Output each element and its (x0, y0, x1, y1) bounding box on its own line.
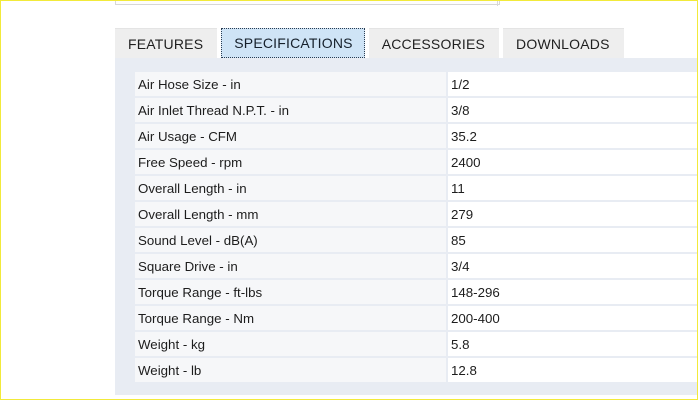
tab-specifications[interactable]: SPECIFICATIONS (221, 28, 365, 58)
tab-accessories[interactable]: ACCESSORIES (368, 28, 500, 58)
spec-label: Square Drive - in (135, 254, 448, 278)
spec-value: 12.8 (448, 358, 698, 382)
spec-value: 3/4 (448, 254, 698, 278)
spec-label: Free Speed - rpm (135, 150, 448, 174)
tab-features[interactable]: FEATURES (115, 28, 218, 58)
spec-label: Air Hose Size - in (135, 72, 448, 96)
spec-label: Torque Range - Nm (135, 306, 448, 330)
tab-downloads[interactable]: DOWNLOADS (503, 28, 624, 58)
table-row: Air Hose Size - in 1/2 (135, 72, 698, 96)
top-panel-divider (497, 0, 498, 6)
spec-label: Sound Level - dB(A) (135, 228, 448, 252)
table-row: Sound Level - dB(A) 85 (135, 228, 698, 252)
spec-value: 279 (448, 202, 698, 226)
spec-label: Weight - kg (135, 332, 448, 356)
spec-value: 85 (448, 228, 698, 252)
specifications-table: Air Hose Size - in 1/2 Air Inlet Thread … (135, 70, 698, 384)
spec-value: 35.2 (448, 124, 698, 148)
spec-label: Overall Length - mm (135, 202, 448, 226)
table-row: Weight - kg 5.8 (135, 332, 698, 356)
table-row: Torque Range - ft-lbs 148-296 (135, 280, 698, 304)
spec-label: Overall Length - in (135, 176, 448, 200)
table-row: Overall Length - mm 279 (135, 202, 698, 226)
spec-value: 11 (448, 176, 698, 200)
table-row: Air Usage - CFM 35.2 (135, 124, 698, 148)
table-row: Square Drive - in 3/4 (135, 254, 698, 278)
table-row: Weight - lb 12.8 (135, 358, 698, 382)
table-row: Free Speed - rpm 2400 (135, 150, 698, 174)
spec-value: 2400 (448, 150, 698, 174)
top-content-panel (115, 0, 500, 5)
table-row: Torque Range - Nm 200-400 (135, 306, 698, 330)
spec-label: Air Usage - CFM (135, 124, 448, 148)
spec-label: Air Inlet Thread N.P.T. - in (135, 98, 448, 122)
tabs-spacer (628, 28, 698, 58)
spec-value: 1/2 (448, 72, 698, 96)
spec-value: 3/8 (448, 98, 698, 122)
spec-value: 200-400 (448, 306, 698, 330)
spec-value: 5.8 (448, 332, 698, 356)
table-row: Overall Length - in 11 (135, 176, 698, 200)
spec-value: 148-296 (448, 280, 698, 304)
spec-label: Torque Range - ft-lbs (135, 280, 448, 304)
specifications-panel: Air Hose Size - in 1/2 Air Inlet Thread … (115, 58, 698, 395)
table-row: Air Inlet Thread N.P.T. - in 3/8 (135, 98, 698, 122)
product-tabs: FEATURES SPECIFICATIONS ACCESSORIES DOWN… (115, 28, 698, 58)
spec-label: Weight - lb (135, 358, 448, 382)
